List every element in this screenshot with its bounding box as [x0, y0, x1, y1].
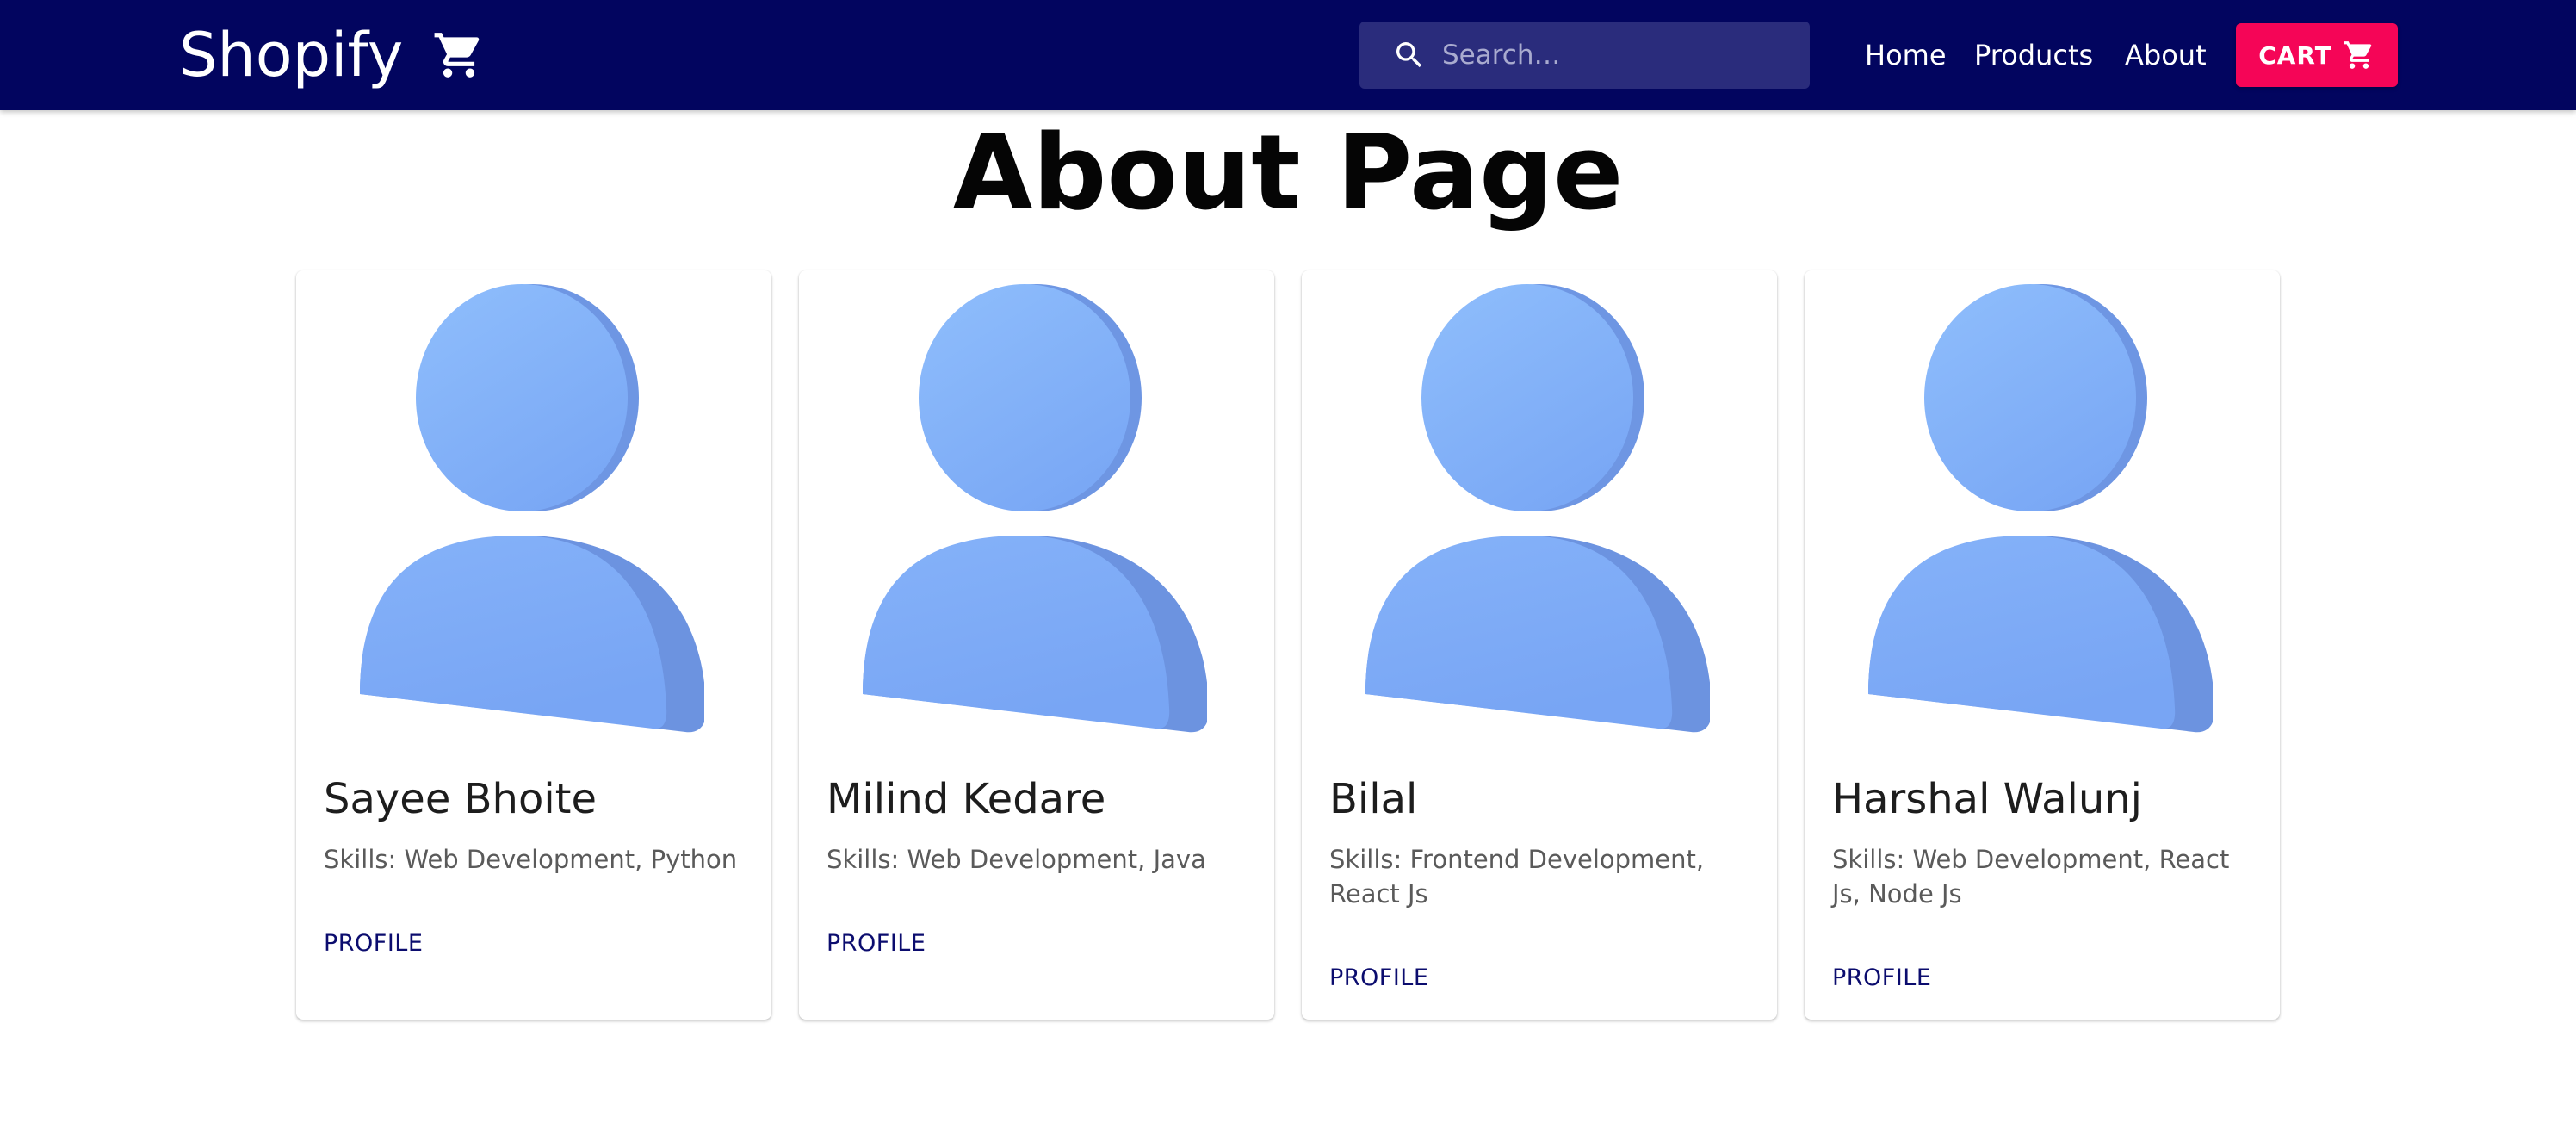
- team-member-card: Bilal Skills: Frontend Development, Reac…: [1302, 270, 1777, 1020]
- nav-products-link[interactable]: Products: [1974, 34, 2093, 76]
- top-navbar: Shopify Home Products About CART: [0, 0, 2576, 110]
- cart-icon: [434, 33, 480, 78]
- page-title: About Page: [952, 114, 1624, 233]
- member-skills: Skills: Web Development, Python: [324, 845, 738, 874]
- member-skills: Skills: Frontend Development, React Js: [1329, 845, 1705, 908]
- team-member-card: Milind Kedare Skills: Web Development, J…: [799, 270, 1274, 1020]
- profile-button[interactable]: PROFILE: [827, 927, 999, 961]
- avatar-person-icon: [1868, 284, 2213, 735]
- profile-button[interactable]: PROFILE: [1329, 961, 1502, 995]
- brand-name[interactable]: Shopify: [179, 25, 403, 85]
- team-member-card: Harshal Walunj Skills: Web Development, …: [1805, 270, 2280, 1020]
- nav-home-link[interactable]: Home: [1865, 34, 1947, 76]
- search-icon: [1396, 42, 1422, 68]
- cart-button[interactable]: CART: [2236, 23, 2398, 87]
- search-input[interactable]: [1442, 22, 1795, 89]
- member-name: Bilal: [1329, 775, 1418, 823]
- member-name: Milind Kedare: [827, 775, 1106, 823]
- profile-button[interactable]: PROFILE: [324, 927, 496, 961]
- cart-button-label: CART: [2258, 40, 2332, 70]
- cart-icon: [2344, 41, 2372, 69]
- member-skills: Skills: Web Development, React Js, Node …: [1832, 845, 2230, 908]
- member-skills: Skills: Web Development, Java: [827, 845, 1206, 874]
- profile-button[interactable]: PROFILE: [1832, 961, 2004, 995]
- member-name: Harshal Walunj: [1832, 775, 2142, 823]
- avatar-person-icon: [863, 284, 1207, 735]
- avatar-person-icon: [360, 284, 704, 735]
- team-member-card: Sayee Bhoite Skills: Web Development, Py…: [296, 270, 771, 1020]
- avatar-person-icon: [1365, 284, 1710, 735]
- brand-logo[interactable]: Shopify: [179, 16, 486, 95]
- nav-about-link[interactable]: About: [2125, 34, 2207, 76]
- member-name: Sayee Bhoite: [324, 775, 598, 823]
- search-box[interactable]: [1359, 22, 1810, 89]
